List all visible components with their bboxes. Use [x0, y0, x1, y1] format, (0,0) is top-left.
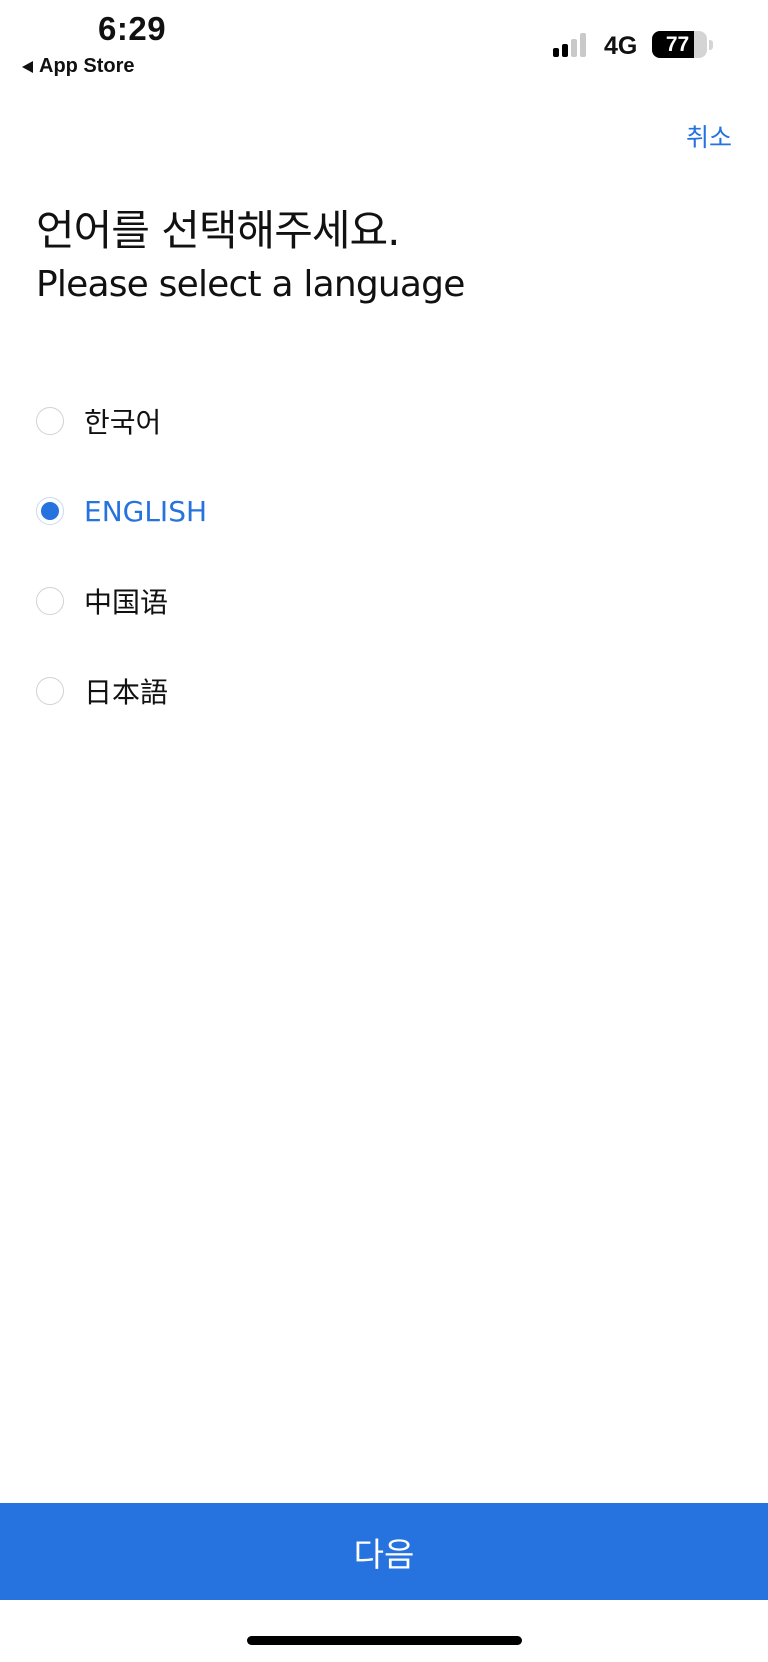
battery-tip [709, 40, 713, 50]
language-option-label: ENGLISH [84, 494, 208, 528]
language-option-label: 中国语 [84, 586, 169, 619]
language-list: 한국어 ENGLISH 中国语日本語 [36, 376, 716, 736]
battery-percent: 77 [665, 32, 690, 56]
language-option[interactable]: 中国语 [36, 556, 716, 646]
radio-dot [41, 502, 59, 520]
radio-unchecked-icon[interactable] [36, 677, 64, 705]
language-select-screen: 6:29 App Store 4G 77 취소 언어를 선택해주세요. Plea… [0, 0, 768, 1662]
status-time: 6:29 [98, 10, 167, 47]
page-title-english: Please select a language [36, 264, 465, 305]
home-indicator [247, 1636, 522, 1645]
language-option[interactable]: 日本語 [36, 646, 716, 736]
cellular-signal-icon [553, 33, 586, 57]
back-triangle-icon [22, 60, 33, 73]
cancel-button[interactable]: 취소 [686, 118, 732, 154]
next-button[interactable]: 다음 [0, 1503, 768, 1600]
page-title-korean: 언어를 선택해주세요. [36, 206, 400, 255]
radio-unchecked-icon[interactable] [36, 407, 64, 435]
back-app-label: App Store [39, 55, 135, 77]
radio-unchecked-icon[interactable] [36, 587, 64, 615]
back-to-app-store-link[interactable]: App Store [22, 55, 135, 78]
language-option[interactable]: ENGLISH [36, 466, 716, 556]
battery-icon: 77 [652, 31, 707, 58]
language-option[interactable]: 한국어 [36, 376, 716, 466]
language-option-label: 한국어 [84, 406, 162, 439]
network-type: 4G [604, 32, 638, 60]
radio-checked-icon[interactable] [36, 497, 64, 525]
language-option-label: 日本語 [84, 676, 169, 709]
